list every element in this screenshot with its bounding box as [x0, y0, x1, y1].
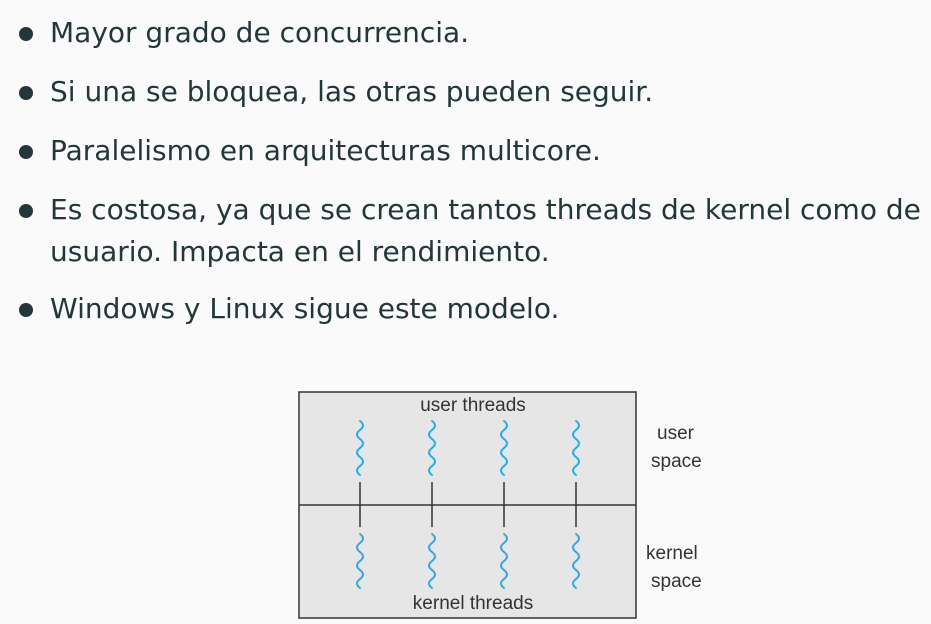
user-space-label-line1: user	[657, 423, 695, 444]
bullet-text: Es costosa, ya que se crean tantos threa…	[50, 193, 921, 226]
bullet-dot	[19, 86, 33, 100]
bullet-text: Si una se bloquea, las otras pueden segu…	[50, 75, 654, 108]
bullet-text: Windows y Linux sigue este modelo.	[50, 292, 560, 325]
bullet-dot	[19, 303, 33, 317]
bullet-dot	[19, 145, 33, 159]
one-to-one-model-diagram: user threads kernel threads user space k…	[290, 384, 730, 624]
kernel-space-label-line2: space	[651, 571, 702, 592]
thread-model-svg: user threads kernel threads user space k…	[298, 391, 702, 619]
user-threads-label: user threads	[420, 395, 526, 416]
bullet-dot	[19, 204, 33, 218]
kernel-threads-label: kernel threads	[413, 593, 533, 614]
bullet-dot	[19, 27, 33, 41]
user-space-label-line2: space	[651, 451, 702, 472]
kernel-space-label-line1: kernel	[646, 543, 698, 564]
bullet-text: Mayor grado de concurrencia.	[50, 16, 470, 49]
bullet-text: usuario. Impacta en el rendimiento.	[50, 235, 550, 268]
bullet-list: Mayor grado de concurrencia. Si una se b…	[0, 0, 931, 340]
bullet-text: Paralelismo en arquitecturas multicore.	[50, 134, 601, 167]
